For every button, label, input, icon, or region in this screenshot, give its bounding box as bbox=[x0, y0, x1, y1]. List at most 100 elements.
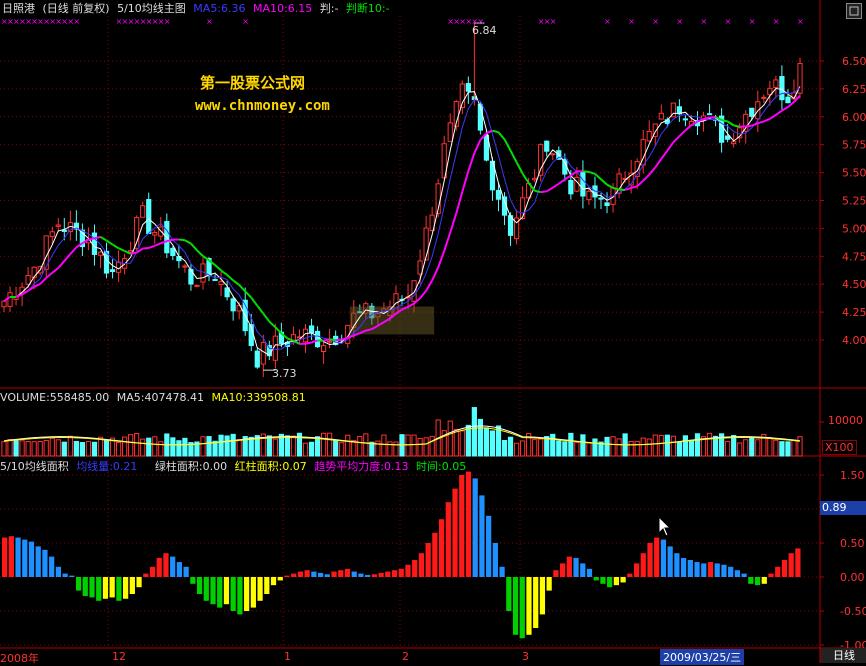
ma10-segment bbox=[535, 191, 541, 192]
candle-body bbox=[62, 230, 66, 231]
area-bar bbox=[42, 550, 47, 577]
date-label-1: 1 bbox=[284, 650, 291, 663]
volume-bar bbox=[219, 435, 223, 456]
area-bar bbox=[701, 563, 706, 577]
volume-bar bbox=[406, 435, 410, 456]
ma10-segment bbox=[408, 303, 414, 306]
volume-bar bbox=[80, 443, 84, 456]
volume-bar bbox=[382, 435, 386, 456]
area-bar bbox=[224, 577, 229, 604]
ma10-segment bbox=[571, 171, 577, 175]
signal-x-marker: × bbox=[773, 17, 780, 26]
area-bar bbox=[56, 567, 61, 577]
ma10-segment bbox=[239, 285, 245, 291]
period-button[interactable]: 日线 bbox=[820, 648, 866, 663]
price-tick-label: 5.00 bbox=[842, 222, 866, 235]
ma10-segment bbox=[293, 341, 299, 344]
volume-bar bbox=[490, 431, 494, 456]
date-label-2008: 2008年 bbox=[0, 650, 39, 666]
volume-bar bbox=[514, 443, 518, 456]
ma10-segment bbox=[227, 275, 233, 281]
candle-body bbox=[231, 299, 235, 311]
candle-body bbox=[255, 351, 259, 367]
area-bar bbox=[681, 558, 686, 577]
ma10-segment bbox=[673, 136, 679, 142]
candle-body bbox=[98, 252, 102, 255]
indicator-name: 5/10均线主图 bbox=[117, 2, 186, 15]
volume-bar bbox=[86, 442, 90, 456]
volume-bar bbox=[177, 441, 181, 456]
ma10-segment bbox=[492, 131, 498, 133]
volume-bar bbox=[689, 440, 693, 456]
candle-body bbox=[581, 171, 585, 196]
signal-x-marker: × bbox=[676, 17, 683, 26]
candle-body bbox=[707, 114, 711, 115]
area-bar bbox=[762, 577, 767, 584]
ma10-segment bbox=[155, 243, 161, 246]
area-bar bbox=[466, 472, 471, 577]
candle-body bbox=[551, 154, 555, 155]
candle-body bbox=[750, 108, 754, 116]
ma10-segment bbox=[764, 119, 770, 122]
area-bar bbox=[237, 577, 242, 614]
area-bar bbox=[271, 577, 276, 585]
candle-body bbox=[261, 343, 265, 365]
date-label-2: 2 bbox=[402, 650, 409, 663]
volume-bar bbox=[129, 435, 133, 456]
volume-bar bbox=[321, 433, 325, 456]
volume-bar bbox=[605, 437, 609, 456]
volume-bar bbox=[62, 442, 66, 456]
ma10-segment bbox=[94, 237, 100, 238]
area-bar bbox=[553, 570, 558, 577]
area-bar bbox=[318, 573, 323, 577]
area-bar bbox=[446, 502, 451, 577]
price-tick-label: 5.75 bbox=[842, 139, 866, 152]
area-bar bbox=[735, 570, 740, 577]
volume-bar bbox=[201, 437, 205, 456]
volume-bar bbox=[448, 421, 452, 456]
area-bar bbox=[143, 574, 148, 577]
area-bar bbox=[63, 574, 68, 577]
price-tick-label: 6.50 bbox=[842, 55, 866, 68]
area-bar bbox=[123, 577, 128, 599]
area-tick-label: -0.50 bbox=[840, 605, 866, 618]
area-bar bbox=[197, 577, 202, 594]
volume-bar bbox=[237, 440, 241, 456]
ma10-segment bbox=[547, 188, 553, 192]
volume-bar bbox=[665, 435, 669, 456]
area-bar bbox=[184, 567, 189, 577]
ma10-segment bbox=[306, 343, 312, 344]
stock-name: 日照港 bbox=[2, 2, 35, 15]
volume-bar bbox=[478, 419, 482, 456]
area-bar bbox=[634, 563, 639, 577]
ma10-segment bbox=[444, 233, 450, 251]
panel-toggle-button[interactable] bbox=[846, 3, 862, 19]
signal-x-marker: × bbox=[604, 17, 611, 26]
highlight-region bbox=[350, 307, 434, 335]
area-bar bbox=[325, 574, 330, 577]
area-bar bbox=[49, 557, 54, 577]
judge-value: 判:- bbox=[320, 2, 339, 15]
volume-bar bbox=[74, 441, 78, 456]
volume-bar bbox=[502, 440, 506, 456]
ma10-segment bbox=[245, 291, 251, 297]
volume-bar bbox=[593, 439, 597, 456]
ma5-value: MA5:6.36 bbox=[193, 2, 245, 15]
volume-bar bbox=[56, 440, 60, 456]
volume-bar bbox=[798, 437, 802, 456]
area-bar bbox=[15, 538, 20, 577]
signal-x-marker: × bbox=[652, 17, 659, 26]
chart-canvas[interactable]: 6.506.256.005.755.505.255.004.754.504.25… bbox=[0, 0, 866, 663]
volume-bar bbox=[756, 440, 760, 456]
candlesticks[interactable] bbox=[2, 23, 802, 377]
area-bar bbox=[493, 543, 498, 577]
volume-bar bbox=[141, 439, 145, 456]
area-bar bbox=[419, 553, 424, 577]
ma10-segment bbox=[100, 237, 106, 241]
ma10-segment bbox=[637, 181, 643, 187]
area-bar bbox=[741, 574, 746, 577]
volume-bar bbox=[629, 442, 633, 456]
volume-bar bbox=[780, 442, 784, 456]
volume-bar bbox=[418, 438, 422, 456]
area-bar bbox=[110, 577, 115, 597]
